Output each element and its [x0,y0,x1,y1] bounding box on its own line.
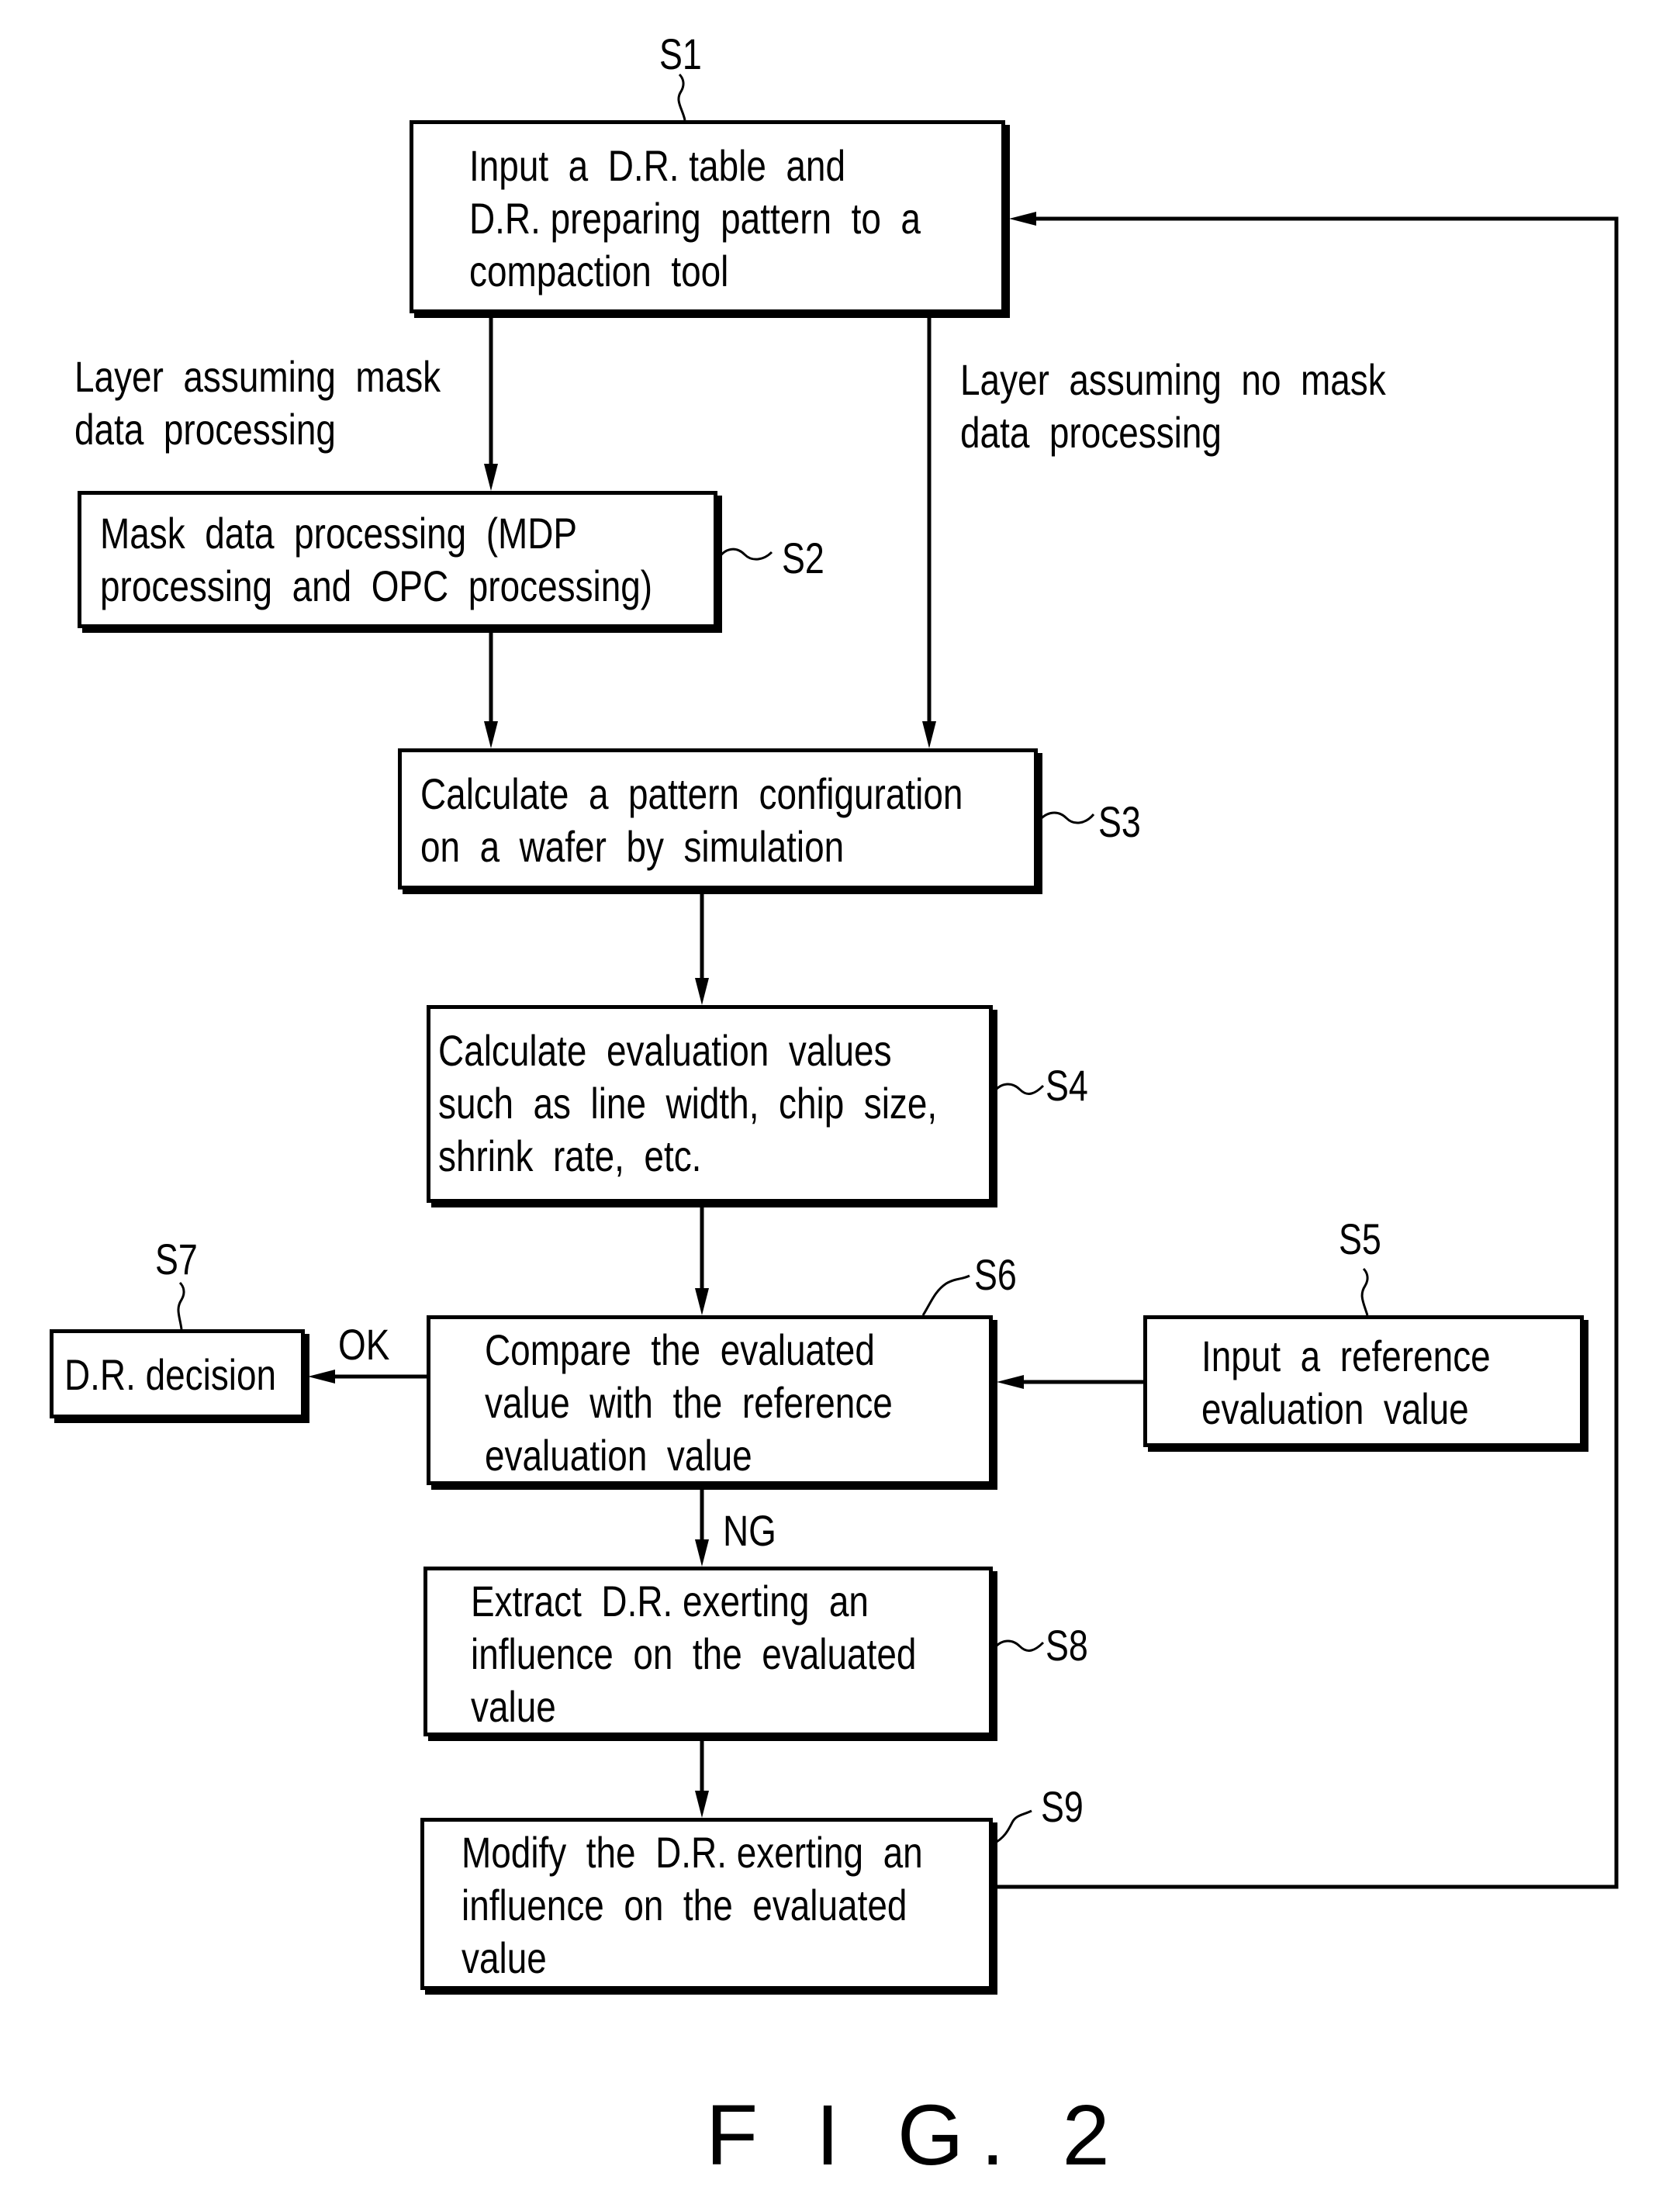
step-s3-line: on a wafer by simulation [420,822,845,871]
step-label-s5: S5 [1339,1214,1381,1263]
arrowhead-s6 [695,1288,709,1315]
step-label-s1: S1 [659,29,702,78]
step-s6-line: Compare the evaluated [485,1325,875,1374]
arrowhead-s4 [695,978,709,1005]
step-s8-line: influence on the evaluated [471,1629,917,1678]
leader-s6 [921,1274,970,1316]
step-box-s4: Calculate evaluation values such as line… [427,1005,993,1203]
step-box-s3: Calculate a pattern configuration on a w… [398,748,1038,890]
step-s8-line: value [471,1682,556,1731]
step-box-s7: D.R. decision [50,1329,305,1418]
step-s6-line: value with the reference [485,1378,893,1427]
step-s2-line: processing and OPC processing) [100,561,653,610]
step-s5-line: evaluation value [1201,1384,1469,1433]
step-label-s9: S9 [1041,1782,1084,1831]
arrowhead-s8 [695,1539,709,1567]
step-s6-line: evaluation value [485,1431,752,1480]
leader-s8 [991,1639,1045,1652]
step-s3-line: Calculate a pattern configuration [420,769,963,818]
arrowhead-s2 [484,464,498,491]
step-s4-line: shrink rate, etc. [438,1131,702,1180]
arrowhead-s3-right [922,721,936,748]
step-label-s6: S6 [974,1250,1017,1299]
step-s9-line: influence on the evaluated [461,1881,907,1929]
branch-label-mask: Layer assuming mask data processing [74,352,441,454]
leader-s3 [1036,811,1095,824]
step-s5-line: Input a reference [1201,1332,1491,1380]
leader-s4 [991,1083,1045,1095]
branch-label-no-mask: Layer assuming no mask data processing [960,355,1386,457]
step-box-s2: Mask data processing (MDP processing and… [78,491,717,628]
step-label-s4: S4 [1046,1061,1088,1110]
leader-s5 [1360,1267,1369,1316]
step-box-s9: Modify the D.R. exerting an influence on… [420,1818,993,1990]
step-box-s1: Input a D.R. table and D.R. preparing pa… [410,120,1005,313]
step-s9-line: value [461,1933,547,1982]
leader-s9 [992,1809,1032,1846]
arrowhead-s3-left [484,721,498,748]
step-label-s3: S3 [1098,797,1141,846]
step-label-s2: S2 [782,534,824,582]
figure-caption: F I G. 2 [706,2088,1127,2183]
leader-s2 [716,548,773,561]
step-s7-line: D.R. decision [64,1350,277,1399]
step-box-s5: Input a reference evaluation value [1143,1315,1584,1447]
step-box-s8: Extract D.R. exerting an influence on th… [423,1567,993,1736]
ok-label: OK [338,1320,390,1369]
leader-s1 [677,73,686,121]
arrowhead-s1-feedback [1009,212,1036,226]
arrowhead-s6-from-s5 [997,1375,1024,1389]
step-label-s8: S8 [1046,1621,1088,1670]
step-s1-line: D.R. preparing pattern to a [469,194,921,243]
step-label-s7: S7 [155,1235,198,1283]
step-s1-line: Input a D.R. table and [469,141,846,190]
step-s4-line: Calculate evaluation values [438,1026,892,1075]
step-box-s6: Compare the evaluated value with the ref… [427,1315,993,1485]
arrowhead-s7 [308,1370,335,1384]
step-s9-line: Modify the D.R. exerting an [461,1828,923,1877]
step-s1-line: compaction tool [469,247,729,295]
step-s2-line: Mask data processing (MDP [100,509,578,558]
leader-s7 [177,1281,185,1330]
ng-label: NG [723,1506,776,1555]
step-s8-line: Extract D.R. exerting an [471,1577,869,1625]
step-s4-line: such as line width, chip size, [438,1079,938,1128]
arrowhead-s9 [695,1791,709,1818]
